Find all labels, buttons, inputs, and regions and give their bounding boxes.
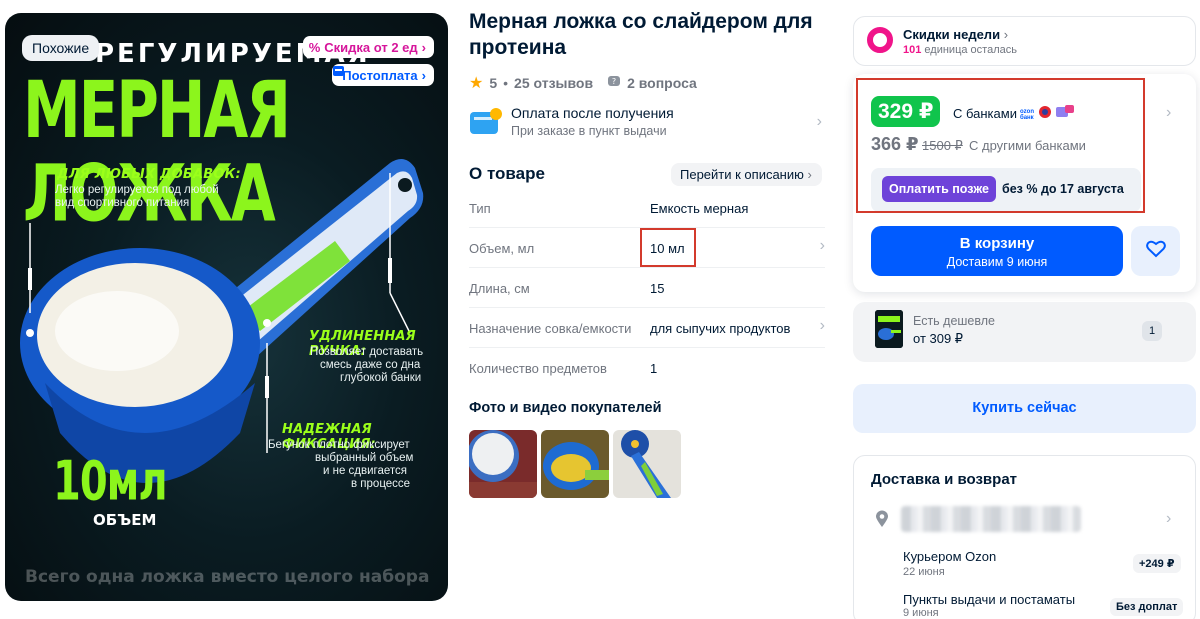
spec-value: 15 (650, 281, 665, 296)
courier-date: 22 июня (903, 566, 945, 578)
week-remaining-text: единица осталась (924, 44, 1017, 56)
callout-long-handle-text-3: глубокой банки (340, 372, 422, 384)
spec-row[interactable]: Назначение совка/емкости для сыпучих про… (469, 308, 825, 348)
pay-after-receipt[interactable]: Оплата после получения При заказе в пунк… (469, 103, 824, 145)
reviews-count[interactable]: 25 отзывов (514, 75, 593, 91)
pay-after-subtitle: При заказе в пункт выдачи (511, 124, 667, 138)
discount-pill[interactable]: % Скидка от 2 ед › (302, 36, 434, 58)
spec-key: Назначение совка/емкости (469, 321, 632, 336)
product-main-image[interactable]: РЕГУЛИРУЕМАЯ МЕРНАЯ ЛОЖКА ДЛЯ ЛЮБЫХ ДОБА… (5, 13, 448, 601)
courier-option[interactable]: Курьером Ozon (903, 549, 996, 564)
product-title: Мерная ложка со слайдером для протеина (469, 10, 813, 59)
add-to-cart-label: В корзину (959, 235, 1035, 252)
chevron-right-icon: › (819, 237, 825, 254)
cheaper-offers-title: Есть дешевле (913, 314, 995, 328)
dot-separator: • (503, 75, 509, 91)
chevron-right-icon: › (819, 317, 825, 334)
spec-row: Тип Емкость мерная (469, 188, 825, 228)
pickup-date: 9 июня (903, 607, 939, 619)
callout-fixation-text-2: выбранный объем (315, 452, 414, 464)
spec-row: Длина, см 15 (469, 268, 825, 308)
spec-row: Количество предметов 1 (469, 348, 825, 388)
heart-icon (1145, 240, 1166, 263)
about-heading: О товаре (469, 164, 545, 183)
pickup-price: Без доплат (1110, 598, 1184, 616)
week-discounts-title-text: Скидки недели (903, 27, 1001, 42)
rating-row[interactable]: ★ 5 • 25 отзывов ? 2 вопроса (469, 73, 697, 93)
chevron-right-icon: › (807, 167, 812, 182)
similar-badge[interactable]: Похожие (22, 35, 100, 61)
star-icon: ★ (469, 75, 484, 92)
volume-big: 10мл (53, 451, 168, 514)
callout-long-handle-text-1: Позволяет доставать (310, 346, 424, 358)
spec-key: Длина, см (469, 281, 530, 296)
specs-table: Тип Емкость мерная Объем, мл 10 мл › Дли… (469, 188, 825, 388)
volume-label: ОБЪЕМ (93, 511, 157, 529)
svg-text:?: ? (612, 77, 616, 86)
week-discounts-title: Скидки недели › (903, 27, 1008, 42)
chevron-right-icon: › (1003, 27, 1009, 42)
highlight-box-price (856, 78, 1145, 213)
questions-count[interactable]: 2 вопроса (627, 75, 697, 91)
week-discounts-card[interactable]: Скидки недели › 101 единица осталась (853, 16, 1196, 66)
cheaper-offer-thumbnail (875, 310, 903, 348)
delivery-heading: Доставка и возврат (871, 471, 1018, 488)
favorite-button[interactable] (1131, 226, 1180, 276)
callout-any-supplements-text-2: вид спортивного питания (55, 197, 190, 209)
chevron-right-icon: › (816, 113, 822, 130)
spec-key: Тип (469, 201, 491, 216)
callout-fixation-text-4: в процессе (351, 478, 411, 490)
postpay-pill[interactable]: Постоплата › (332, 64, 434, 86)
payment-card-icon (469, 107, 503, 137)
goto-description-label: Перейти к описанию (680, 167, 804, 182)
delivery-card: Доставка и возврат › Курьером Ozon 22 ию… (853, 455, 1196, 619)
customer-photos-heading: Фото и видео покупателей (469, 400, 662, 416)
percent-icon: % (308, 39, 321, 55)
chevron-right-icon[interactable]: › (1166, 104, 1171, 122)
week-discounts-icon (867, 27, 893, 53)
spec-key: Объем, мл (469, 241, 535, 256)
spec-value: для сыпучих продуктов (650, 321, 791, 336)
callout-fixation-text-3: и не сдвигается (323, 465, 408, 477)
cheaper-offers-price: от 309 ₽ (913, 331, 964, 346)
spec-key: Количество предметов (469, 361, 607, 376)
callout-any-supplements-title: ДЛЯ ЛЮБЫХ ДОБАВОК: (57, 167, 241, 182)
delivery-address-blurred[interactable] (901, 506, 1081, 532)
question-icon: ? (607, 75, 621, 92)
postpay-pill-label: Постоплата (342, 67, 418, 83)
callout-fixation-text-1: Бегунок плотно фиксирует (268, 439, 410, 451)
pay-after-title: Оплата после получения (511, 105, 674, 121)
goto-description-button[interactable]: Перейти к описанию › (671, 163, 822, 186)
image-footer-text: Всего одна ложка вместо целого набора (25, 567, 430, 587)
customer-photo-thumbnail[interactable] (541, 430, 609, 498)
location-pin-icon (875, 510, 889, 533)
customer-photo-thumbnail[interactable] (613, 430, 681, 498)
week-discounts-remaining: 101 единица осталась (903, 44, 1017, 56)
spec-value: Емкость мерная (650, 201, 749, 216)
chevron-right-icon: › (421, 39, 426, 55)
rating-value: 5 (489, 75, 498, 91)
customer-photos (469, 430, 681, 498)
delivery-date-label: Доставим 9 июня (946, 255, 1048, 269)
callout-any-supplements-text-1: Легко регулируется под любой (55, 184, 219, 196)
discount-pill-label: Скидка от 2 ед (324, 39, 418, 55)
callout-long-handle-text-2: смесь даже со дна (320, 359, 421, 371)
pickup-option[interactable]: Пункты выдачи и постаматы (903, 592, 1075, 607)
customer-photo-thumbnail[interactable] (469, 430, 537, 498)
highlight-box-volume (640, 228, 696, 267)
spec-value: 1 (650, 361, 658, 376)
chevron-right-icon[interactable]: › (1166, 510, 1171, 528)
courier-price: +249 ₽ (1133, 554, 1181, 573)
week-remaining-count: 101 (903, 44, 922, 56)
cheaper-offers-count: 1 (1142, 321, 1162, 341)
chevron-right-icon: › (421, 67, 426, 83)
cheaper-offers[interactable]: Есть дешевле от 309 ₽ 1 (853, 302, 1196, 362)
add-to-cart-button[interactable]: В корзину Доставим 9 июня (871, 226, 1123, 276)
headline-big: МЕРНАЯ ЛОЖКА (23, 63, 291, 240)
buy-now-button[interactable]: Купить сейчас (853, 384, 1196, 433)
